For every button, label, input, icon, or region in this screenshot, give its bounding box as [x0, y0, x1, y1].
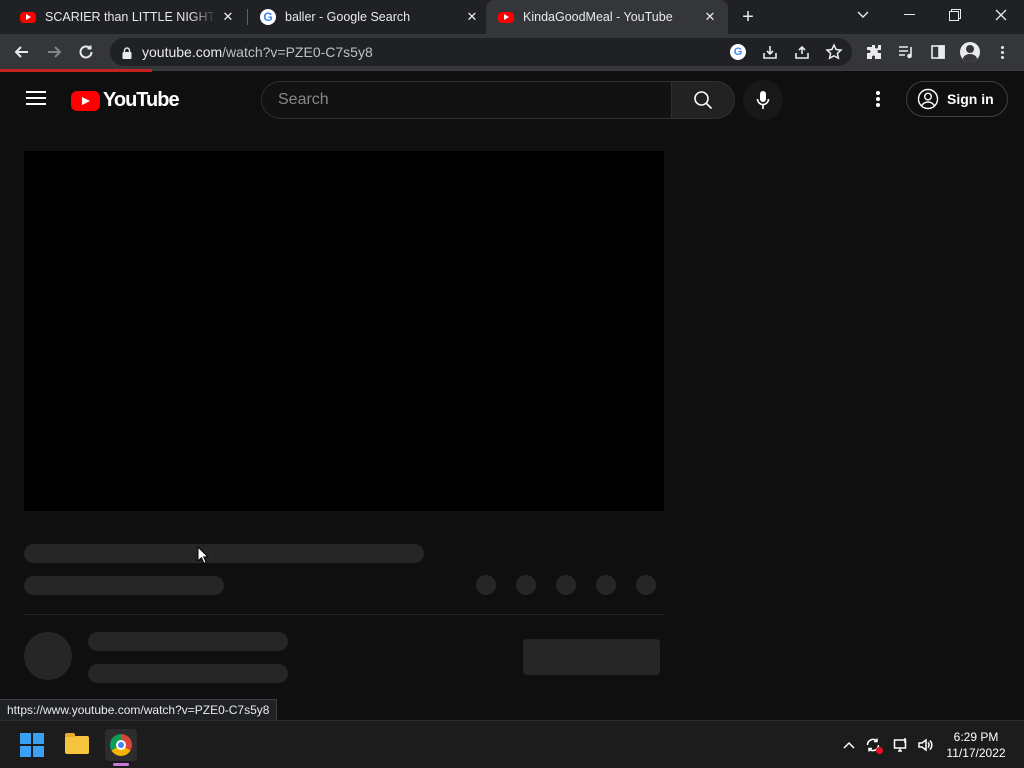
tab-kindagoodmeal[interactable]: KindaGoodMeal - YouTube ✕	[486, 0, 728, 34]
install-icon	[763, 46, 777, 59]
volume-tray-icon[interactable]	[915, 735, 935, 755]
url-path: /watch?v=PZE0-C7s5y8	[222, 44, 373, 60]
install-app-button[interactable]	[756, 38, 784, 66]
action-skeleton-dot	[516, 575, 536, 595]
youtube-play-logo-icon	[71, 90, 100, 111]
bookmark-star-button[interactable]	[820, 38, 848, 66]
tab-search-chevron-icon[interactable]	[840, 0, 886, 30]
video-player[interactable]	[24, 151, 664, 511]
forward-button[interactable]	[40, 38, 68, 66]
page-load-track	[0, 70, 1024, 71]
guide-menu-button[interactable]	[26, 91, 46, 105]
tab-close-icon[interactable]: ✕	[464, 9, 480, 25]
sync-tray-icon[interactable]	[863, 735, 883, 755]
action-skeleton-dot	[596, 575, 616, 595]
search-placeholder: Search	[278, 91, 329, 108]
mouse-cursor-icon	[197, 546, 209, 564]
chevron-up-icon	[843, 741, 855, 749]
voice-search-button[interactable]	[743, 80, 783, 120]
search-button[interactable]	[671, 81, 735, 119]
arrow-left-icon	[14, 46, 28, 58]
clock-time: 6:29 PM	[953, 730, 999, 744]
profile-button[interactable]	[956, 38, 984, 66]
youtube-logo-text: YouTube	[103, 89, 180, 111]
subscriber-count-skeleton	[88, 664, 288, 683]
link-status-bubble: https://www.youtube.com/watch?v=PZE0-C7s…	[0, 699, 278, 720]
lock-icon[interactable]	[122, 46, 132, 59]
action-skeleton-dot	[556, 575, 576, 595]
tab-close-icon[interactable]: ✕	[702, 9, 718, 25]
profile-avatar-icon	[960, 42, 980, 62]
tab-title: KindaGoodMeal - YouTube	[523, 10, 673, 24]
media-control-button[interactable]	[892, 38, 920, 66]
microphone-icon	[756, 91, 770, 109]
close-window-button[interactable]	[978, 0, 1024, 30]
puzzle-icon	[867, 45, 881, 59]
arrow-right-icon	[48, 46, 62, 58]
file-explorer-button[interactable]	[61, 729, 93, 761]
reload-button[interactable]	[72, 38, 100, 66]
google-g-icon: G	[730, 44, 746, 60]
share-icon	[795, 45, 809, 59]
status-url: https://www.youtube.com/watch?v=PZE0-C7s…	[7, 703, 270, 717]
reload-icon	[79, 45, 93, 59]
tab-scarier[interactable]: SCARIER than LITTLE NIGHTMARES ✕	[8, 0, 240, 34]
network-monitor-icon	[893, 738, 907, 752]
side-panel-button[interactable]	[924, 38, 952, 66]
file-explorer-icon	[65, 733, 89, 754]
restore-button[interactable]	[932, 0, 978, 30]
side-panel-icon	[931, 45, 945, 59]
start-button[interactable]	[16, 729, 48, 761]
system-clock[interactable]: 6:29 PM 11/17/2022	[940, 729, 1012, 761]
youtube-masthead: YouTube Search Sign in	[0, 72, 1024, 126]
search-input[interactable]: Search	[261, 81, 671, 119]
subscribe-button-skeleton	[523, 639, 660, 675]
browser-toolbar: youtube.com/watch?v=PZE0-C7s5y8 G	[0, 34, 1024, 70]
star-icon	[825, 43, 843, 60]
speaker-icon	[918, 738, 933, 752]
active-app-indicator	[113, 763, 129, 766]
sign-in-button[interactable]: Sign in	[906, 81, 1008, 117]
account-circle-icon	[917, 88, 939, 110]
youtube-favicon-icon	[498, 11, 514, 23]
google-lens-button[interactable]: G	[724, 38, 752, 66]
action-skeleton-dot	[636, 575, 656, 595]
address-url[interactable]: youtube.com/watch?v=PZE0-C7s5y8	[142, 44, 373, 60]
views-skeleton	[24, 576, 224, 595]
content-divider	[24, 614, 664, 615]
channel-name-skeleton	[88, 632, 288, 651]
windows-start-icon	[20, 733, 44, 757]
search-icon	[694, 91, 713, 110]
google-favicon-icon: G	[260, 9, 276, 25]
settings-menu-button[interactable]	[866, 89, 890, 109]
tab-baller-search[interactable]: G baller - Google Search ✕	[248, 0, 484, 34]
sign-in-label: Sign in	[947, 91, 994, 107]
youtube-logo[interactable]: YouTube	[71, 89, 180, 112]
channel-avatar-skeleton	[24, 632, 72, 680]
url-host: youtube.com	[142, 44, 223, 60]
new-tab-button[interactable]: +	[738, 7, 758, 27]
error-badge	[876, 747, 883, 754]
media-queue-icon	[899, 46, 912, 59]
clock-date: 11/17/2022	[946, 746, 1006, 760]
chrome-icon	[110, 734, 132, 756]
tab-close-icon[interactable]: ✕	[220, 9, 236, 25]
action-skeleton-dot	[476, 575, 496, 595]
extensions-button[interactable]	[860, 38, 888, 66]
title-skeleton	[24, 544, 424, 563]
tab-title: baller - Google Search	[285, 10, 411, 24]
network-tray-icon[interactable]	[891, 735, 911, 755]
chrome-menu-button[interactable]	[988, 38, 1016, 66]
tab-title: SCARIER than LITTLE NIGHTMARES	[45, 10, 216, 24]
chrome-taskbar-button[interactable]	[105, 729, 137, 761]
youtube-favicon-icon	[20, 11, 36, 23]
share-button[interactable]	[788, 38, 816, 66]
minimize-button[interactable]	[886, 0, 932, 30]
tab-strip: SCARIER than LITTLE NIGHTMARES ✕ G balle…	[0, 0, 1024, 34]
show-hidden-icons-button[interactable]	[839, 735, 859, 755]
kebab-menu-icon	[1000, 45, 1004, 60]
windows-taskbar: 6:29 PM 11/17/2022	[0, 720, 1024, 768]
back-button[interactable]	[8, 38, 36, 66]
